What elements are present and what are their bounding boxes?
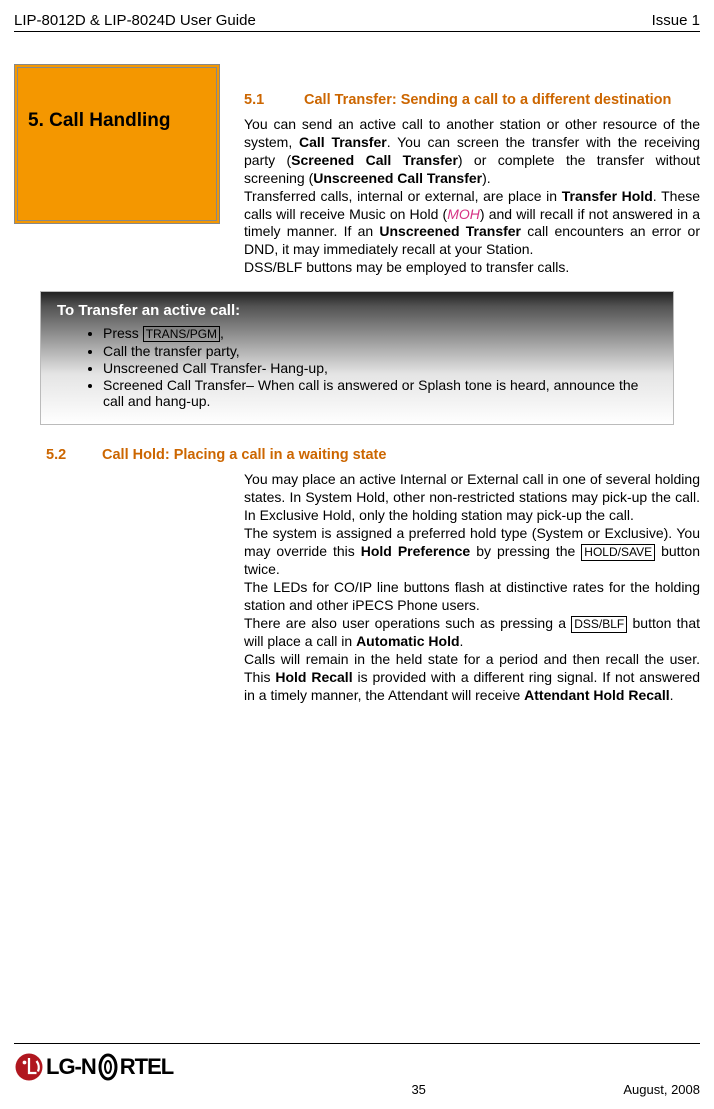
para-52-e: Calls will remain in the held state for … [244,651,700,705]
section-51: 5.1 Call Transfer: Sending a call to a d… [244,92,700,277]
para-52-b: The system is assigned a preferred hold … [244,525,700,579]
keycap-trans-pgm: TRANS/PGM [143,326,220,342]
page-header: LIP-8012D & LIP-8024D User Guide Issue 1 [14,12,700,32]
para-51-b: Transferred calls, internal or external,… [244,188,700,260]
heading-5-1: 5.1 Call Transfer: Sending a call to a d… [244,92,700,108]
heading-5-2: 5.2 Call Hold: Placing a call in a waiti… [46,447,700,463]
header-left: LIP-8012D & LIP-8024D User Guide [14,12,256,29]
heading-text: Call Hold: Placing a call in a waiting s… [102,447,386,463]
list-item: Call the transfer party, [103,343,657,359]
para-51-a: You can send an active call to another s… [244,116,700,188]
keycap-hold-save: HOLD/SAVE [581,544,655,561]
para-52-d: There are also user operations such as p… [244,615,700,651]
para-52-a: You may place an active Internal or Exte… [244,471,700,525]
keycap-dss-blf: DSS/BLF [571,616,627,633]
callout-transfer: To Transfer an active call: Press TRANS/… [40,291,674,425]
heading-number: 5.1 [244,92,304,108]
footer-row: 35 August, 2008 [14,1082,700,1097]
page-number: 35 [214,1082,623,1097]
lg-globe-icon [14,1052,44,1082]
list-item: Unscreened Call Transfer- Hang-up, [103,360,657,376]
section-title: 5. Call Handling [28,110,206,132]
header-right: Issue 1 [652,12,700,29]
nortel-o-icon [98,1052,118,1082]
para-52-c: The LEDs for CO/IP line buttons flash at… [244,579,700,615]
heading-text: Call Transfer: Sending a call to a diffe… [304,92,671,108]
callout-list: Press TRANS/PGM, Call the transfer party… [103,325,657,409]
list-item: Press TRANS/PGM, [103,325,657,342]
callout-title: To Transfer an active call: [57,302,657,319]
section-52: You may place an active Internal or Exte… [244,471,700,705]
heading-number: 5.2 [46,447,102,463]
list-item: Screened Call Transfer– When call is ans… [103,377,657,409]
para-51-c: DSS/BLF buttons may be employed to trans… [244,259,700,277]
logo-text-nortel: RTEL [120,1054,173,1080]
logo-text-lg: LG-N [46,1054,96,1080]
page-footer: LG-N RTEL 35 August, 2008 [14,1043,700,1097]
section-title-box: 5. Call Handling [14,64,220,224]
lg-nortel-logo: LG-N RTEL [14,1052,700,1082]
footer-date: August, 2008 [623,1082,700,1097]
